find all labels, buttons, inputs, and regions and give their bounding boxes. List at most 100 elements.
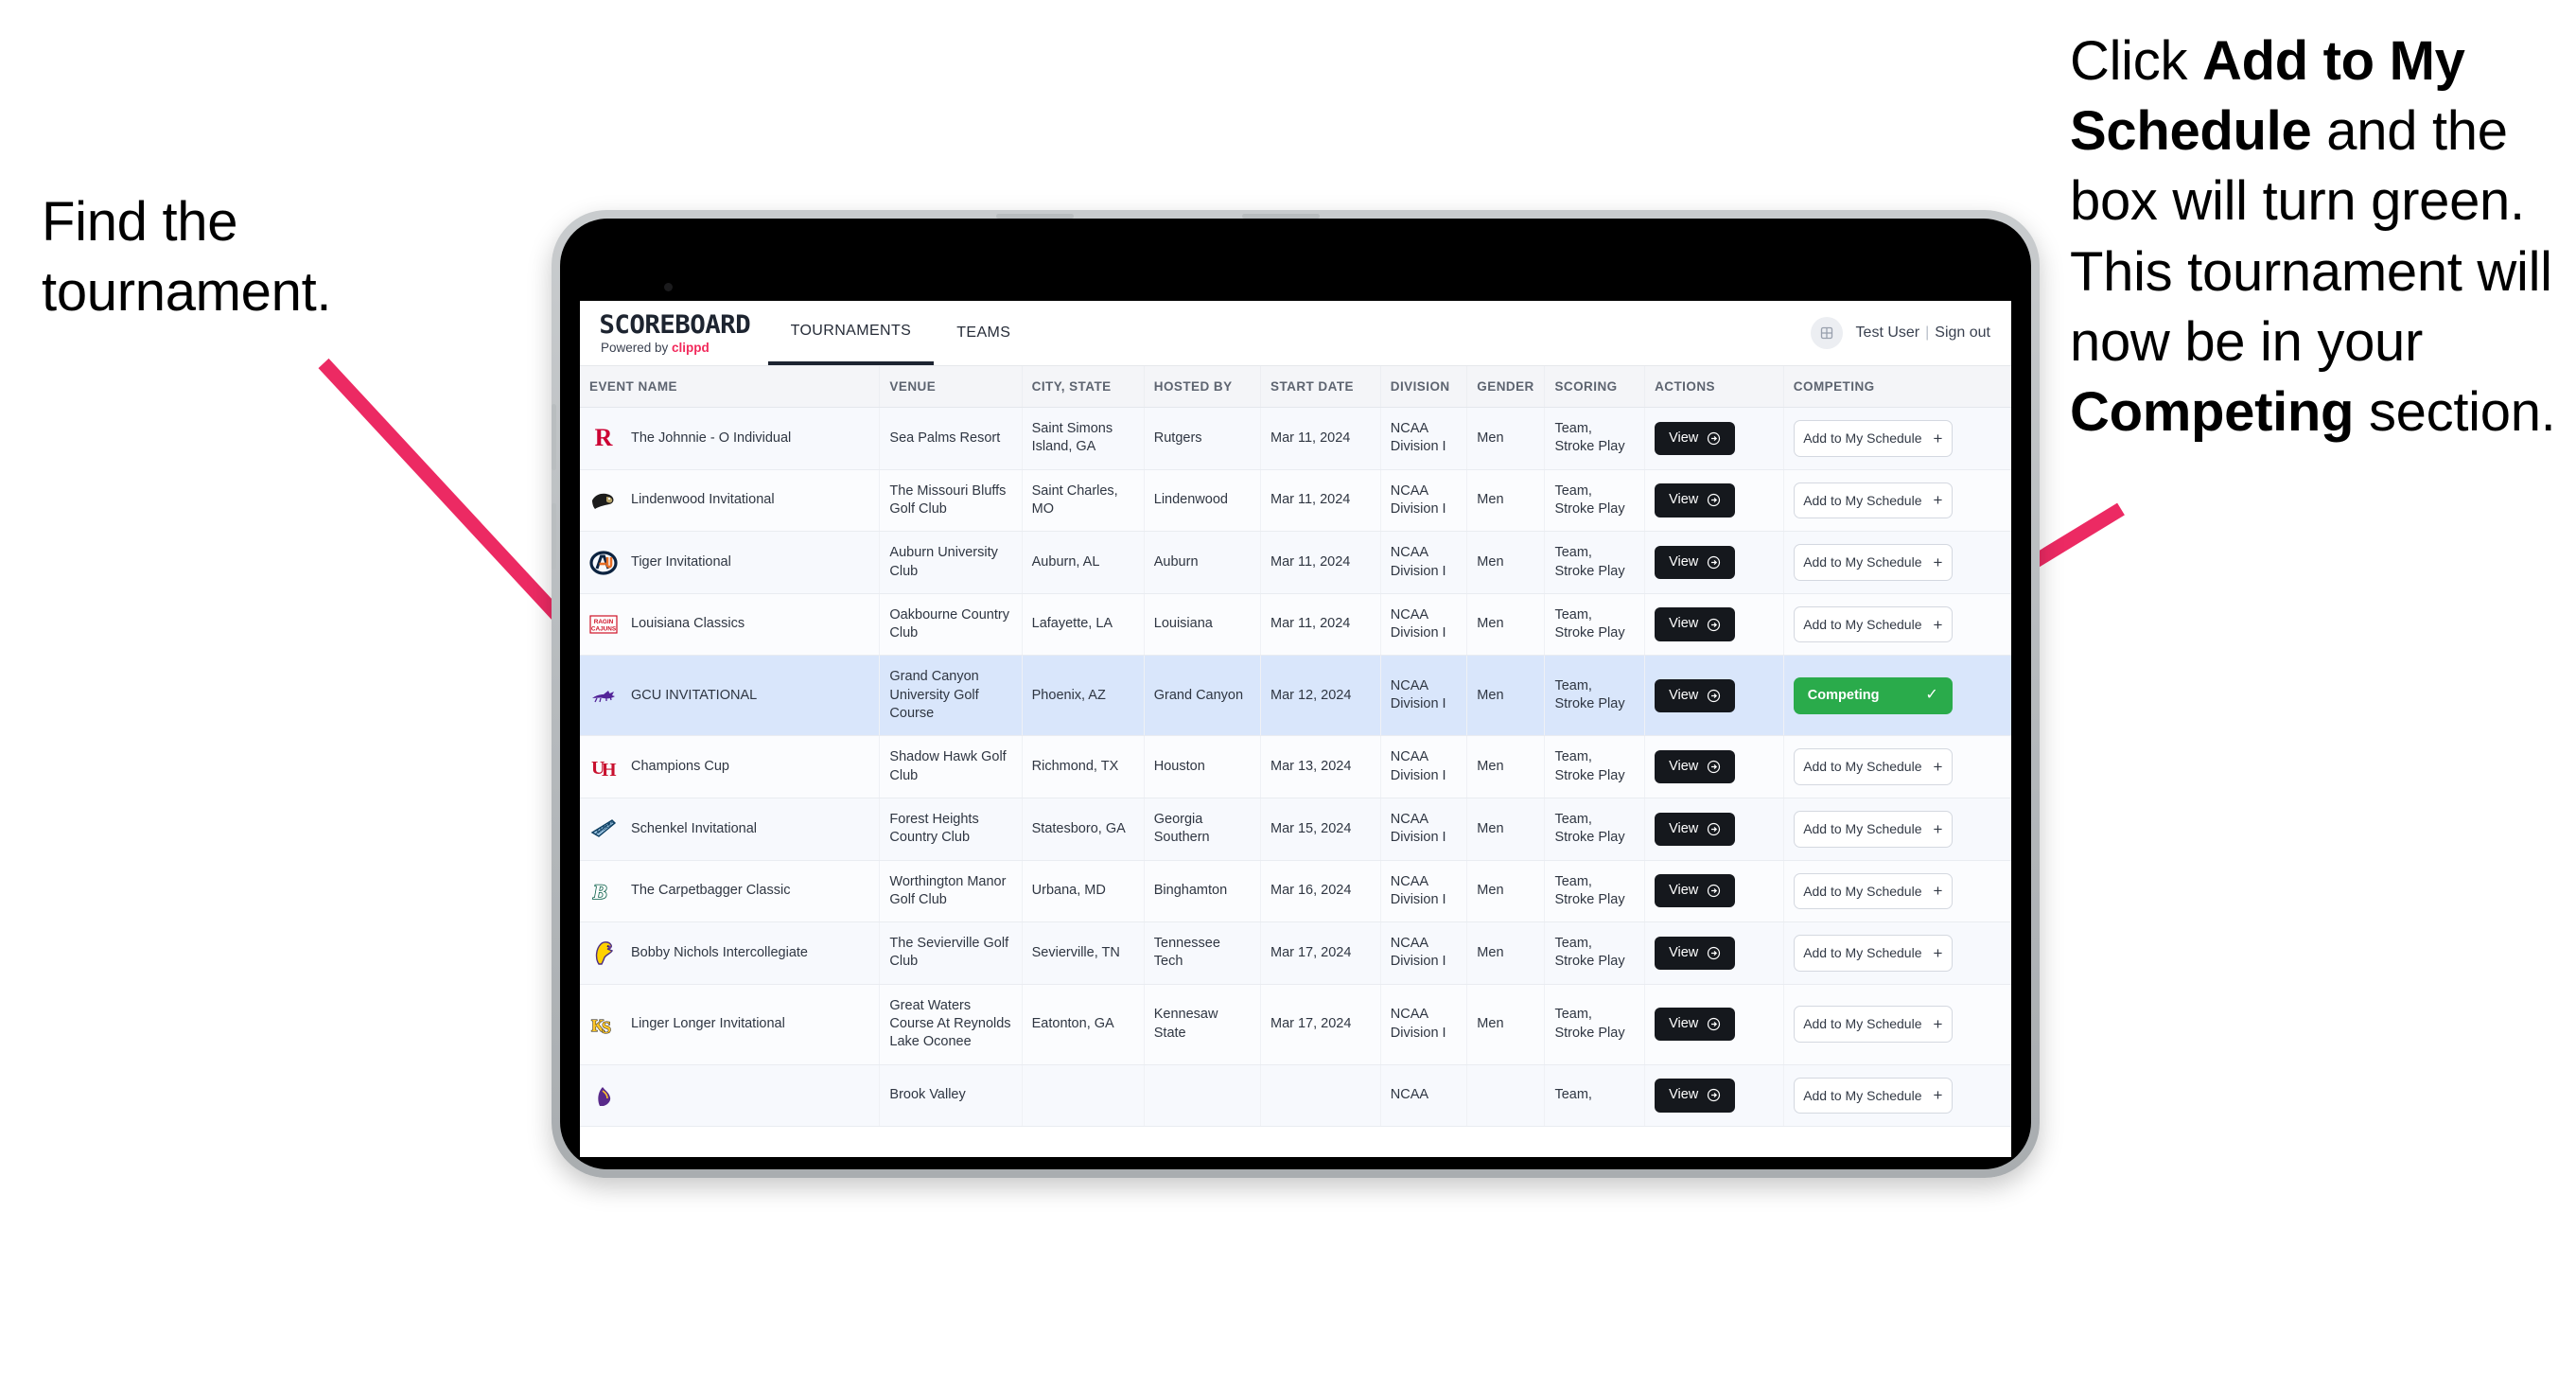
cell-scoring: Team, Stroke Play — [1544, 860, 1646, 923]
arrow-right-circle-icon — [1708, 760, 1721, 774]
user-avatar-icon[interactable] — [1810, 317, 1843, 349]
cell-gender: Men — [1466, 407, 1546, 470]
view-button[interactable]: View — [1655, 874, 1736, 908]
event-name-text: Bobby Nichols Intercollegiate — [631, 944, 808, 960]
cell-scoring: Team, Stroke Play — [1544, 655, 1646, 737]
svg-text:B: B — [592, 880, 607, 904]
add-to-my-schedule-button[interactable]: Add to My Schedule + — [1793, 1077, 1953, 1114]
cell-hosted-by — [1144, 1064, 1261, 1128]
cell-city-state: Richmond, TX — [1022, 735, 1145, 798]
column-header-hosted-by[interactable]: HOSTED BY — [1144, 366, 1261, 408]
gcu-logo — [589, 681, 618, 710]
cell-city-state: Sevierville, TN — [1022, 921, 1145, 985]
cell-start-date — [1260, 1064, 1381, 1128]
view-button[interactable]: View — [1655, 421, 1736, 455]
column-header-start-date[interactable]: START DATE — [1260, 366, 1381, 408]
table-row[interactable]: Tiger Invitational Auburn University Club… — [580, 531, 2011, 594]
cell-gender: Men — [1466, 735, 1546, 798]
column-header-competing[interactable]: COMPETING — [1783, 366, 2011, 408]
louisiana-logo: RAGIN CAJUNS — [589, 610, 618, 639]
annotation-left-line: Find the — [42, 191, 238, 253]
cell-competing: Add to My Schedule + — [1783, 531, 2011, 594]
column-header-scoring[interactable]: SCORING — [1544, 366, 1646, 408]
add-to-my-schedule-button[interactable]: Add to My Schedule + — [1793, 1006, 1953, 1043]
plus-icon: + — [1933, 819, 1943, 838]
view-button[interactable]: View — [1655, 1079, 1736, 1113]
add-to-my-schedule-button[interactable]: Add to My Schedule + — [1793, 482, 1953, 519]
view-button[interactable]: View — [1655, 483, 1736, 518]
view-button[interactable]: View — [1655, 1008, 1736, 1042]
add-to-my-schedule-label: Add to My Schedule — [1803, 554, 1922, 570]
table-row[interactable]: K S Linger Longer Invitational Great Waters… — [580, 984, 2011, 1065]
table-row[interactable]: EAGLES Schenkel Invitational Forest Height… — [580, 798, 2011, 861]
plus-icon: + — [1933, 429, 1943, 447]
cell-competing: Add to My Schedule + — [1783, 735, 2011, 798]
sign-out-link[interactable]: Sign out — [1935, 325, 1990, 341]
cell-city-state — [1022, 1064, 1145, 1128]
view-button[interactable]: View — [1655, 812, 1736, 846]
brand-logo[interactable]: SCOREBOARD Powered by clippd — [580, 301, 768, 365]
cell-venue: Brook Valley — [879, 1064, 1023, 1128]
table-row[interactable]: Bobby Nichols Intercollegiate The Sevierv… — [580, 921, 2011, 985]
add-to-my-schedule-button[interactable]: Add to My Schedule + — [1793, 748, 1953, 785]
cell-actions: View — [1644, 798, 1784, 861]
column-header-venue[interactable]: VENUE — [879, 366, 1023, 408]
view-button[interactable]: View — [1655, 545, 1736, 580]
cell-start-date: Mar 11, 2024 — [1260, 407, 1381, 470]
user-zone: Test User | Sign out — [1810, 301, 2011, 365]
view-button[interactable]: View — [1655, 749, 1736, 784]
add-to-my-schedule-button[interactable]: Add to My Schedule + — [1793, 605, 1953, 643]
add-to-my-schedule-button[interactable]: Add to My Schedule + — [1793, 872, 1953, 910]
annotation-right-text: section. — [2354, 381, 2556, 444]
competing-button[interactable]: Competing ✓ — [1793, 676, 1953, 714]
cell-division: NCAA Division I — [1380, 531, 1468, 594]
cell-start-date: Mar 17, 2024 — [1260, 984, 1381, 1065]
plus-icon: + — [1933, 553, 1943, 572]
arrow-right-circle-icon — [1708, 494, 1721, 507]
view-button[interactable]: View — [1655, 936, 1736, 971]
cell-city-state: Saint Charles, MO — [1022, 469, 1145, 533]
arrow-right-circle-icon — [1708, 822, 1721, 835]
column-header-actions[interactable]: ACTIONS — [1644, 366, 1784, 408]
column-header-gender[interactable]: GENDER — [1466, 366, 1546, 408]
table-row[interactable]: U H Champions Cup Shadow Hawk Golf Club Rich… — [580, 735, 2011, 798]
cell-start-date: Mar 11, 2024 — [1260, 531, 1381, 594]
tournaments-table-container[interactable]: EVENT NAME VENUE CITY, STATE HOSTED BY START… — [580, 366, 2011, 1157]
table-row[interactable]: R The Johnnie - O Individual Sea Palms Res… — [580, 407, 2011, 470]
add-to-my-schedule-button[interactable]: Add to My Schedule + — [1793, 935, 1953, 972]
tablet-side-button-1[interactable] — [552, 404, 556, 470]
tab-tournaments[interactable]: TOURNAMENTS — [767, 301, 935, 365]
table-row[interactable]: B The Carpetbagger Classic Worthington Man… — [580, 860, 2011, 923]
view-button[interactable]: View — [1655, 607, 1736, 641]
table-row[interactable]: Lindenwood Invitational The Missouri Bluf… — [580, 469, 2011, 533]
add-to-my-schedule-button[interactable]: Add to My Schedule + — [1793, 810, 1953, 848]
cell-scoring: Team, Stroke Play — [1544, 531, 1646, 594]
view-button-label: View — [1669, 883, 1699, 899]
column-header-division[interactable]: DIVISION — [1380, 366, 1468, 408]
view-button[interactable]: View — [1655, 678, 1736, 712]
cell-gender: Men — [1466, 984, 1546, 1065]
add-to-my-schedule-button[interactable]: Add to My Schedule + — [1793, 544, 1953, 581]
event-name-text: The Carpetbagger Classic — [631, 883, 791, 899]
table-row[interactable]: RAGIN CAJUNS Louisiana Classics Oakbourne C… — [580, 593, 2011, 657]
column-header-city-state[interactable]: CITY, STATE — [1022, 366, 1145, 408]
tab-teams[interactable]: TEAMS — [934, 301, 1033, 365]
cell-scoring: Team, Stroke Play — [1544, 921, 1646, 985]
add-to-my-schedule-button[interactable]: Add to My Schedule + — [1793, 420, 1953, 457]
column-header-event-name[interactable]: EVENT NAME — [580, 366, 881, 408]
event-name-text: Linger Longer Invitational — [631, 1016, 785, 1031]
cell-scoring: Team, Stroke Play — [1544, 407, 1646, 470]
cell-city-state: Eatonton, GA — [1022, 984, 1145, 1065]
cell-hosted-by: Binghamton — [1144, 860, 1261, 923]
svg-text:S: S — [602, 1018, 611, 1037]
annotation-right-text: Click — [2070, 30, 2202, 92]
brand-clippd-name: clippd — [672, 340, 710, 355]
add-to-my-schedule-label: Add to My Schedule — [1803, 883, 1922, 899]
view-button-label: View — [1669, 687, 1699, 703]
tablet-side-button-2[interactable] — [552, 503, 556, 570]
add-to-my-schedule-label: Add to My Schedule — [1803, 616, 1922, 632]
tablet-device: SCOREBOARD Powered by clippd TOURNAMENTS… — [552, 210, 2040, 1178]
table-row[interactable]: Brook Valley NCAA Team, View Add to My Sched… — [580, 1064, 2011, 1128]
cell-event-name: K S Linger Longer Invitational — [580, 984, 881, 1065]
table-row[interactable]: GCU INVITATIONAL Grand Canyon University … — [580, 655, 2011, 737]
